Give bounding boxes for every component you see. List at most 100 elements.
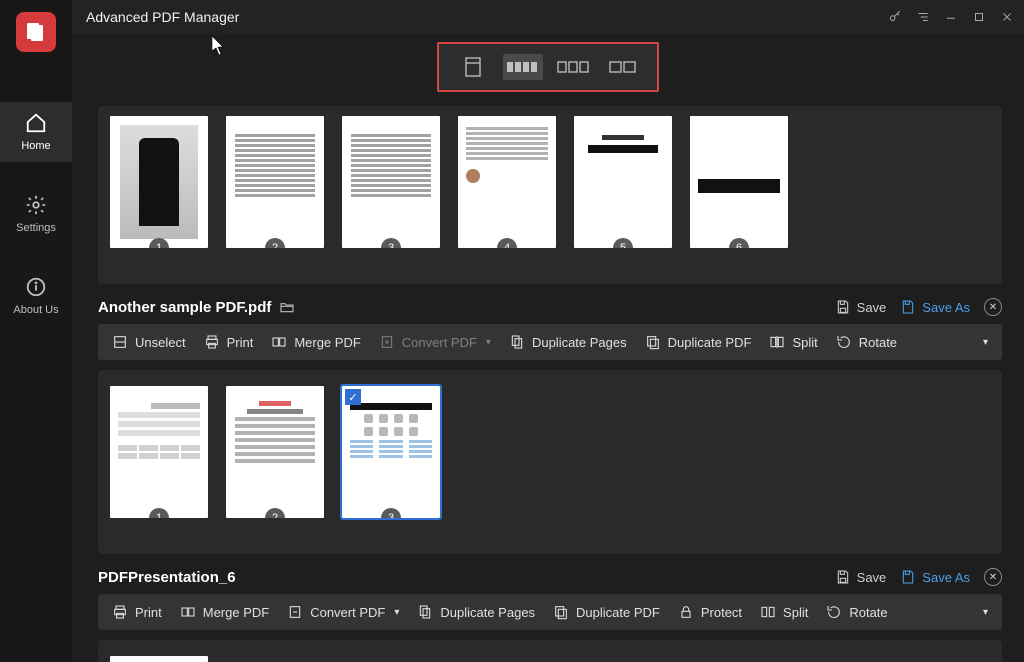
sidebar-item-settings[interactable]: Settings: [0, 184, 72, 244]
page-number-badge: 1: [149, 508, 169, 518]
section-header: Another sample PDF.pdf Save Save As ✕: [98, 298, 1002, 316]
section-thumb-pane: [98, 640, 1002, 662]
window-controls: [888, 10, 1014, 24]
unselect-button[interactable]: Unselect: [112, 334, 186, 350]
merge-icon: [180, 604, 196, 620]
merge-button[interactable]: Merge PDF: [271, 334, 360, 350]
duplicate-pages-icon: [417, 604, 433, 620]
save-as-icon: [900, 299, 916, 315]
page-number-badge: 4: [497, 238, 517, 248]
sidebar-item-label: About Us: [13, 304, 58, 316]
section-title: PDFPresentation_6: [98, 569, 236, 586]
page-number-badge: 1: [149, 238, 169, 248]
convert-button[interactable]: Convert PDF▾: [379, 334, 491, 350]
sidebar-item-label: Home: [21, 140, 50, 152]
save-button[interactable]: Save: [835, 569, 887, 585]
save-button[interactable]: Save: [835, 299, 887, 315]
close-section-button[interactable]: ✕: [984, 568, 1002, 586]
save-icon: [835, 569, 851, 585]
section-title-text: PDFPresentation_6: [98, 569, 236, 586]
page-thumb[interactable]: 1: [110, 386, 208, 518]
more-button[interactable]: ▾: [981, 337, 988, 348]
page-number-badge: 6: [729, 238, 749, 248]
page-thumb[interactable]: 5: [574, 116, 672, 248]
section-title-text: Another sample PDF.pdf: [98, 299, 271, 316]
duplicate-pdf-button[interactable]: Duplicate PDF: [553, 604, 660, 620]
selected-check-icon: ✓: [345, 389, 361, 405]
section-toolbar: Unselect Print Merge PDF Convert PDF▾ Du…: [98, 324, 1002, 360]
convert-icon: [379, 334, 395, 350]
print-button[interactable]: Print: [204, 334, 254, 350]
page-thumb[interactable]: 4: [458, 116, 556, 248]
view-mode-single[interactable]: [453, 54, 493, 80]
split-button[interactable]: Split: [760, 604, 808, 620]
split-button[interactable]: Split: [769, 334, 817, 350]
home-icon: [25, 112, 47, 134]
view-mode-toolbar: [437, 42, 659, 92]
view-mode-grid-small[interactable]: [503, 54, 543, 80]
page-number-badge: 3: [381, 508, 401, 518]
convert-button[interactable]: Convert PDF▾: [287, 604, 399, 620]
sidebar-item-about[interactable]: About Us: [0, 266, 72, 326]
maximize-icon[interactable]: [972, 10, 986, 24]
page-number-badge: 5: [613, 238, 633, 248]
print-icon: [112, 604, 128, 620]
convert-icon: [287, 604, 303, 620]
key-icon[interactable]: [888, 10, 902, 24]
section-toolbar: Print Merge PDF Convert PDF▾ Duplicate P…: [98, 594, 1002, 630]
save-as-button[interactable]: Save As: [900, 299, 970, 315]
rotate-button[interactable]: Rotate: [836, 334, 897, 350]
close-icon[interactable]: [1000, 10, 1014, 24]
save-as-label: Save As: [922, 570, 970, 585]
duplicate-pdf-icon: [645, 334, 661, 350]
page-thumb[interactable]: ✓ 3: [342, 386, 440, 518]
duplicate-pages-button[interactable]: Duplicate Pages: [509, 334, 627, 350]
lock-icon: [678, 604, 694, 620]
top-thumb-pane: 1 2 3 4 5 6: [98, 106, 1002, 284]
duplicate-pages-button[interactable]: Duplicate Pages: [417, 604, 535, 620]
duplicate-pdf-icon: [553, 604, 569, 620]
page-thumb[interactable]: 6: [690, 116, 788, 248]
chevron-down-icon: ▾: [486, 337, 491, 348]
duplicate-pdf-button[interactable]: Duplicate PDF: [645, 334, 752, 350]
unselect-icon: [112, 334, 128, 350]
chevron-down-icon: ▾: [394, 607, 399, 618]
page-number-badge: 2: [265, 508, 285, 518]
rotate-button[interactable]: Rotate: [826, 604, 887, 620]
minimize-icon[interactable]: [944, 10, 958, 24]
save-label: Save: [857, 570, 887, 585]
merge-button[interactable]: Merge PDF: [180, 604, 269, 620]
section-thumb-pane: 1 2 ✓ 3: [98, 370, 1002, 554]
sidebar-item-home[interactable]: Home: [0, 102, 72, 162]
page-number-badge: 3: [381, 238, 401, 248]
save-icon: [835, 299, 851, 315]
close-section-button[interactable]: ✕: [984, 298, 1002, 316]
thumb-row-top: 1 2 3 4 5 6: [110, 112, 990, 262]
more-button[interactable]: ▾: [981, 607, 988, 618]
section-header: PDFPresentation_6 Save Save As ✕: [98, 568, 1002, 586]
page-thumb[interactable]: 2: [226, 386, 324, 518]
info-icon: [25, 276, 47, 298]
page-number-badge: 2: [265, 238, 285, 248]
menu-icon[interactable]: [916, 10, 930, 24]
rotate-icon: [836, 334, 852, 350]
content-scroll[interactable]: 1 2 3 4 5 6 Another sample PDF.pdf Save …: [72, 106, 1024, 662]
protect-button[interactable]: Protect: [678, 604, 742, 620]
save-as-button[interactable]: Save As: [900, 569, 970, 585]
print-icon: [204, 334, 220, 350]
gear-icon: [25, 194, 47, 216]
app-logo: [16, 12, 56, 52]
view-mode-grid-medium[interactable]: [553, 54, 593, 80]
print-button[interactable]: Print: [112, 604, 162, 620]
page-thumb[interactable]: 3: [342, 116, 440, 248]
open-folder-icon[interactable]: [279, 299, 295, 315]
page-thumb[interactable]: 1: [110, 116, 208, 248]
view-mode-toolbar-wrap: [72, 34, 1024, 106]
view-mode-grid-large[interactable]: [603, 54, 643, 80]
save-as-label: Save As: [922, 300, 970, 315]
split-icon: [760, 604, 776, 620]
save-as-icon: [900, 569, 916, 585]
section-title: Another sample PDF.pdf: [98, 299, 295, 316]
page-thumb[interactable]: [110, 656, 208, 662]
page-thumb[interactable]: 2: [226, 116, 324, 248]
